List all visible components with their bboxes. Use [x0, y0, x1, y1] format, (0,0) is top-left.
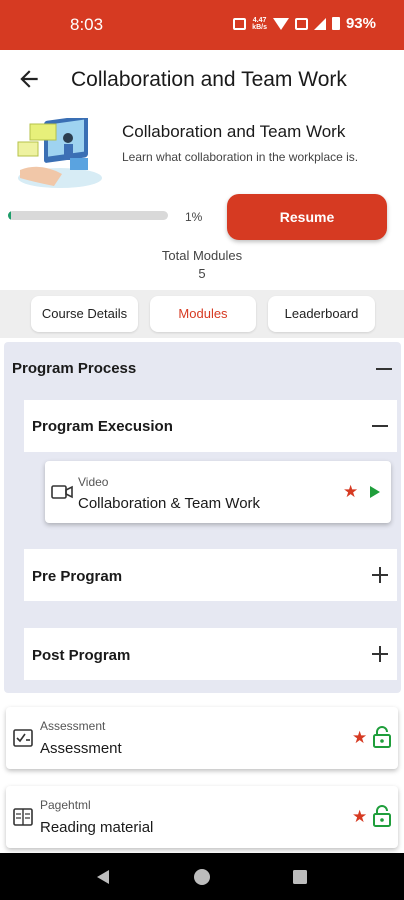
video-camera-icon	[51, 485, 73, 499]
status-icons: 4.47 kB/s 93%	[233, 15, 376, 32]
course-title: Collaboration and Team Work	[122, 122, 346, 141]
star-icon[interactable]: ★	[352, 808, 367, 825]
battery-level: 93%	[345, 15, 376, 32]
total-modules-label: Total Modules	[161, 248, 243, 263]
module-type: Assessment	[40, 719, 106, 733]
cellular-signal-icon	[313, 17, 326, 30]
section-title: Program Execusion	[32, 418, 173, 435]
section-pre-program[interactable]: Pre Program	[24, 549, 397, 601]
section-post-program[interactable]: Post Program	[24, 628, 397, 680]
course-progress-percent: 1%	[185, 210, 203, 224]
assessment-icon	[13, 729, 33, 747]
course-thumbnail	[17, 118, 102, 188]
module-type: Video	[78, 475, 109, 489]
wifi-icon	[272, 17, 289, 30]
tab-bar: Course Details Modules Leaderboard	[0, 290, 404, 338]
section-title: Pre Program	[32, 568, 123, 585]
lock-icon	[373, 726, 391, 748]
network-speed: 4.47 kB/s	[252, 17, 267, 31]
program-process-title: Program Process	[12, 360, 137, 377]
course-description: Learn what collaboration in the workplac…	[122, 150, 359, 164]
reading-icon	[13, 808, 33, 826]
course-progress-fill	[8, 211, 12, 220]
status-time: 8:03	[70, 15, 104, 34]
course-progress-bar	[8, 211, 168, 220]
tab-modules[interactable]: Modules	[150, 296, 256, 332]
module-name: Assessment	[40, 740, 122, 757]
section-program-execusion[interactable]: Program Execusion	[24, 400, 397, 452]
network-speed-value: 4.47	[252, 16, 267, 24]
play-icon[interactable]	[370, 486, 380, 498]
notification-icon	[233, 17, 247, 30]
system-navigation-bar	[0, 853, 404, 900]
back-arrow-icon[interactable]	[16, 66, 42, 92]
resume-button[interactable]: Resume	[227, 194, 387, 240]
app-header: Collaboration and Team Work	[0, 50, 404, 110]
total-modules-value: 5	[198, 266, 206, 281]
volte-icon	[294, 17, 308, 30]
section-title: Post Program	[32, 647, 131, 664]
star-icon[interactable]: ★	[343, 483, 358, 500]
module-name: Reading material	[40, 819, 154, 836]
module-item-reading[interactable]: Pagehtml Reading material ★	[6, 786, 398, 848]
module-item-video[interactable]: Video Collaboration & Team Work ★	[45, 461, 391, 523]
page-title: Collaboration and Team Work	[71, 68, 347, 91]
network-speed-unit: kB/s	[252, 23, 267, 31]
module-item-assessment[interactable]: Assessment Assessment ★	[6, 707, 398, 769]
star-icon[interactable]: ★	[352, 729, 367, 746]
expand-icon[interactable]	[372, 646, 388, 662]
battery-icon	[331, 17, 340, 30]
nav-home-icon[interactable]	[193, 868, 211, 886]
module-type: Pagehtml	[40, 798, 91, 812]
collapse-icon[interactable]	[376, 361, 392, 377]
tab-leaderboard[interactable]: Leaderboard	[268, 296, 375, 332]
nav-recents-icon[interactable]	[292, 869, 308, 885]
nav-back-icon[interactable]	[94, 868, 112, 886]
status-bar: 8:03 4.47 kB/s 93%	[0, 0, 404, 50]
tab-course-details[interactable]: Course Details	[31, 296, 138, 332]
module-name: Collaboration & Team Work	[78, 495, 261, 512]
expand-icon[interactable]	[372, 567, 388, 583]
collapse-icon[interactable]	[372, 418, 388, 434]
lock-icon	[373, 805, 391, 827]
